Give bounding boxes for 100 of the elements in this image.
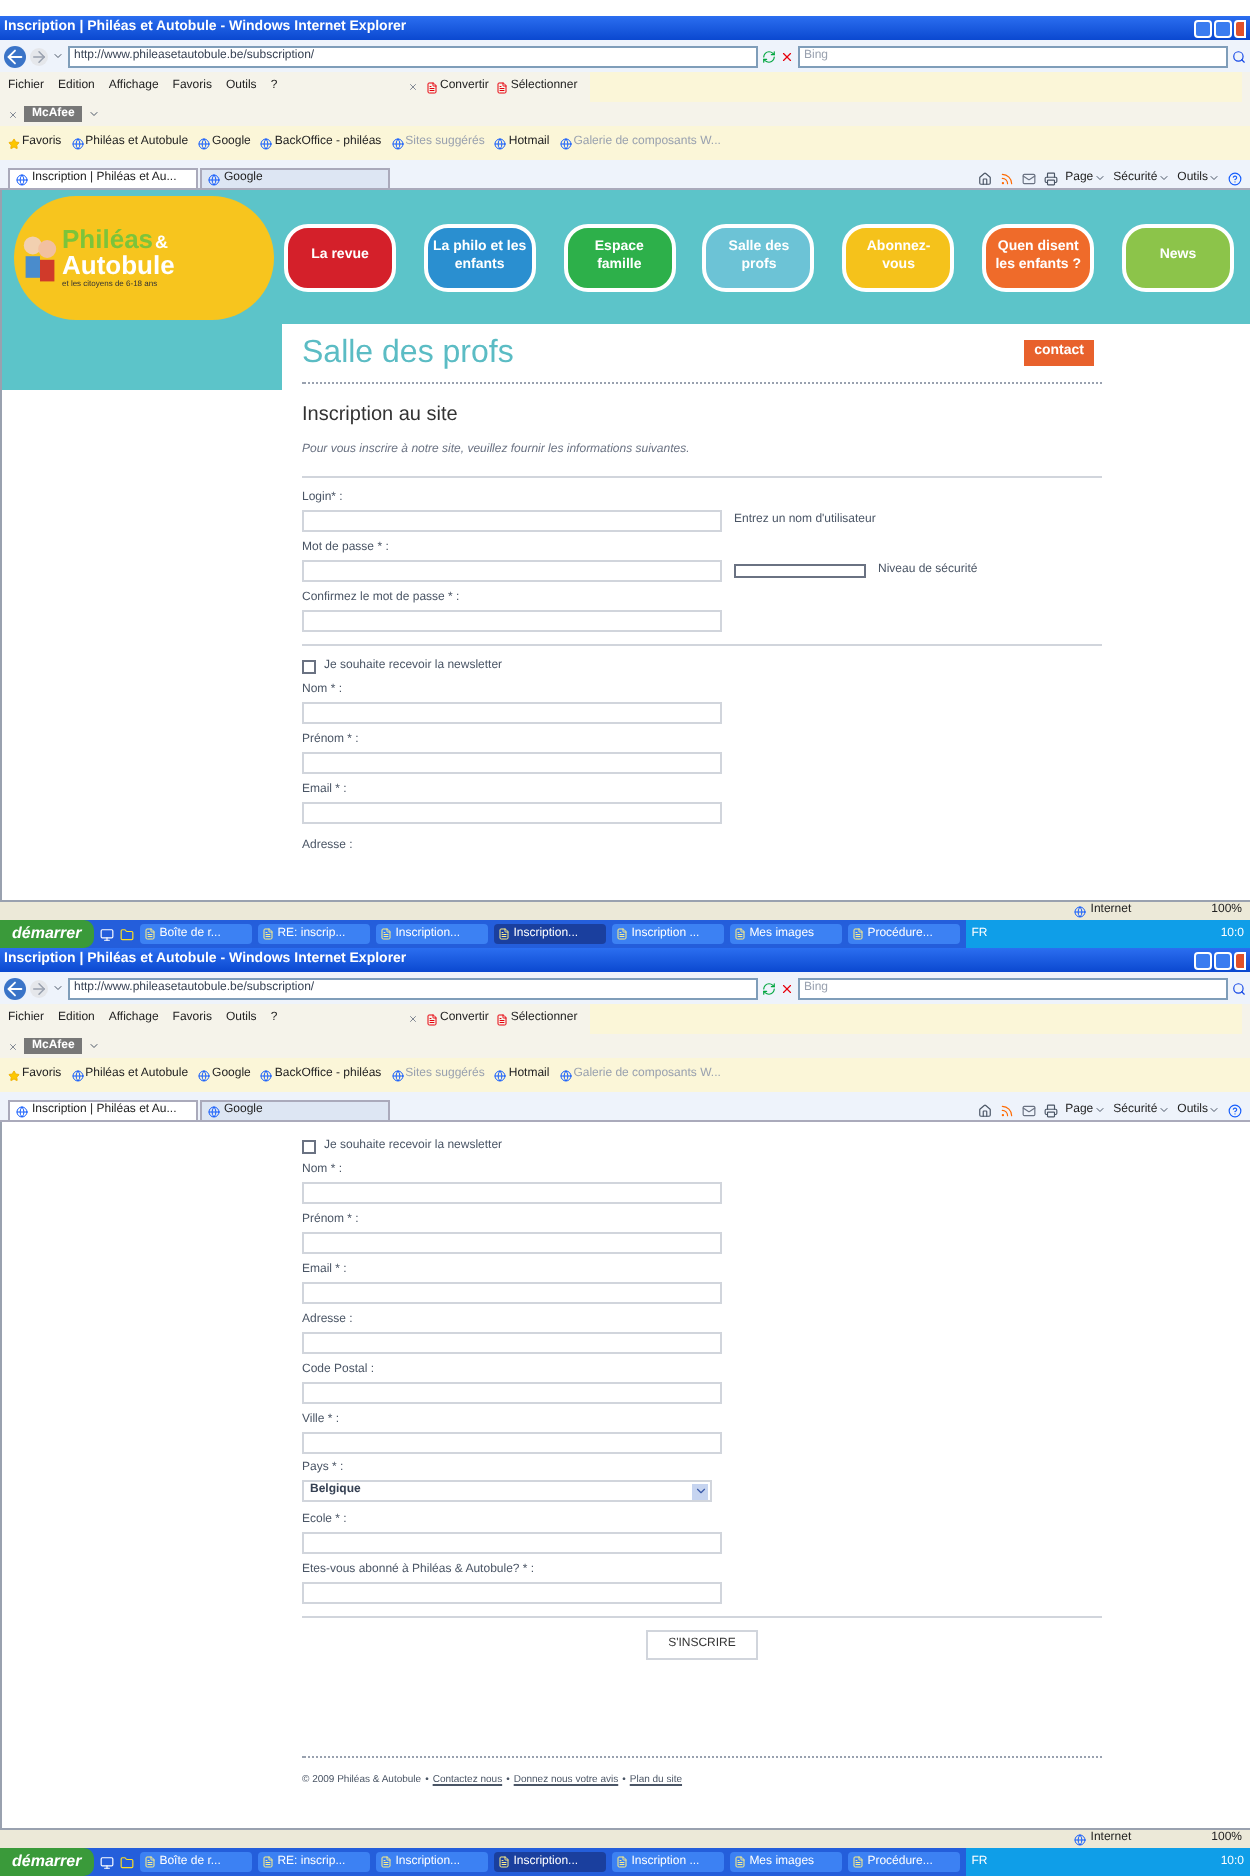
logo-ampersand: & (155, 234, 169, 252)
back-button[interactable] (4, 977, 26, 999)
window-icon (497, 1856, 510, 1868)
globe-icon (391, 1069, 404, 1081)
feed-icon[interactable] (999, 171, 1014, 185)
globe-icon (494, 137, 507, 149)
star-icon (8, 1069, 20, 1081)
back-button[interactable] (4, 45, 26, 67)
text-field[interactable] (302, 1582, 722, 1604)
document-icon (496, 1013, 509, 1025)
dropdown-icon[interactable] (692, 1483, 708, 1499)
text-field[interactable] (302, 752, 722, 774)
form-title: Inscription au site (302, 402, 460, 430)
window-icon (261, 928, 274, 940)
text-field[interactable] (302, 702, 722, 724)
document-icon (426, 81, 438, 93)
minimize-button[interactable] (1194, 951, 1212, 969)
folder-icon[interactable] (119, 1855, 134, 1869)
text-field[interactable] (302, 1332, 722, 1354)
window-icon (615, 928, 628, 940)
globe-icon (71, 1069, 84, 1081)
feed-icon[interactable] (999, 1103, 1014, 1117)
help-icon[interactable] (1228, 1103, 1242, 1117)
text-field[interactable] (302, 1532, 722, 1554)
window-icon (615, 1856, 628, 1868)
minimize-button[interactable] (1194, 19, 1212, 37)
globe-icon (16, 173, 28, 185)
page-heading: Salle des profs (302, 333, 514, 373)
text-field[interactable] (302, 560, 722, 582)
globe-icon (559, 137, 572, 149)
globe-icon (1074, 1833, 1087, 1845)
start-button[interactable]: démarrer (0, 920, 94, 948)
stop-icon[interactable] (780, 981, 794, 995)
caret-icon (1208, 1104, 1220, 1116)
globe-icon (16, 1105, 28, 1117)
refresh-icon[interactable] (762, 49, 776, 63)
caret-icon[interactable] (88, 108, 101, 120)
desktop-icon[interactable] (99, 1855, 114, 1869)
search-icon[interactable] (1232, 49, 1246, 63)
refresh-icon[interactable] (762, 981, 776, 995)
maximize-button[interactable] (1214, 951, 1232, 969)
text-field[interactable] (302, 802, 722, 824)
start-button[interactable]: démarrer (0, 1848, 94, 1876)
globe-icon (198, 1069, 211, 1081)
newsletter-checkbox[interactable] (302, 1139, 316, 1153)
globe-icon (559, 1069, 572, 1081)
window-icon (261, 1856, 274, 1868)
forward-button[interactable] (30, 47, 48, 65)
text-field[interactable] (302, 1182, 722, 1204)
window-icon (733, 1856, 746, 1868)
document-icon (496, 81, 509, 93)
document-icon (426, 1013, 438, 1025)
window-icon (379, 928, 392, 940)
window-icon (143, 928, 156, 940)
text-field[interactable] (302, 510, 722, 532)
caret-icon (1157, 172, 1170, 184)
globe-icon (494, 1069, 507, 1081)
caret-icon[interactable] (52, 982, 64, 994)
print-icon[interactable] (1043, 171, 1058, 185)
close-button[interactable] (1234, 19, 1246, 37)
window-icon (143, 1856, 156, 1868)
caret-icon (1157, 1104, 1170, 1116)
globe-icon (208, 1105, 220, 1117)
mail-icon[interactable] (1021, 1103, 1036, 1117)
globe-icon (208, 173, 220, 185)
forward-button[interactable] (30, 979, 48, 997)
folder-icon[interactable] (119, 927, 134, 941)
home-icon[interactable] (977, 1103, 992, 1117)
caret-icon[interactable] (52, 50, 64, 62)
caret-icon[interactable] (88, 1040, 101, 1052)
text-field[interactable] (302, 1282, 722, 1304)
star-icon (8, 137, 20, 149)
globe-icon (71, 137, 84, 149)
globe-icon (1074, 905, 1087, 917)
text-field[interactable] (302, 1432, 722, 1454)
globe-icon (198, 137, 211, 149)
desktop-icon[interactable] (99, 927, 114, 941)
close-button[interactable] (1234, 951, 1246, 969)
home-icon[interactable] (977, 171, 992, 185)
print-icon[interactable] (1043, 1103, 1058, 1117)
mail-icon[interactable] (1021, 171, 1036, 185)
caret-icon (1093, 1104, 1106, 1116)
window-icon (733, 928, 746, 940)
help-icon[interactable] (1228, 171, 1242, 185)
window-icon (379, 1856, 392, 1868)
maximize-button[interactable] (1214, 19, 1232, 37)
caret-icon (1093, 172, 1106, 184)
window-icon (497, 928, 510, 940)
stop-icon[interactable] (780, 49, 794, 63)
window-icon (851, 1856, 864, 1868)
newsletter-checkbox[interactable] (302, 659, 316, 673)
text-field[interactable] (302, 1382, 722, 1404)
text-field[interactable] (302, 610, 722, 632)
caret-icon (1208, 172, 1220, 184)
search-icon[interactable] (1232, 981, 1246, 995)
globe-icon (260, 137, 273, 149)
window-icon (851, 928, 864, 940)
logo-title: Autobule (62, 252, 175, 278)
text-field[interactable] (302, 1232, 722, 1254)
logo-title: Philéas (62, 226, 154, 252)
